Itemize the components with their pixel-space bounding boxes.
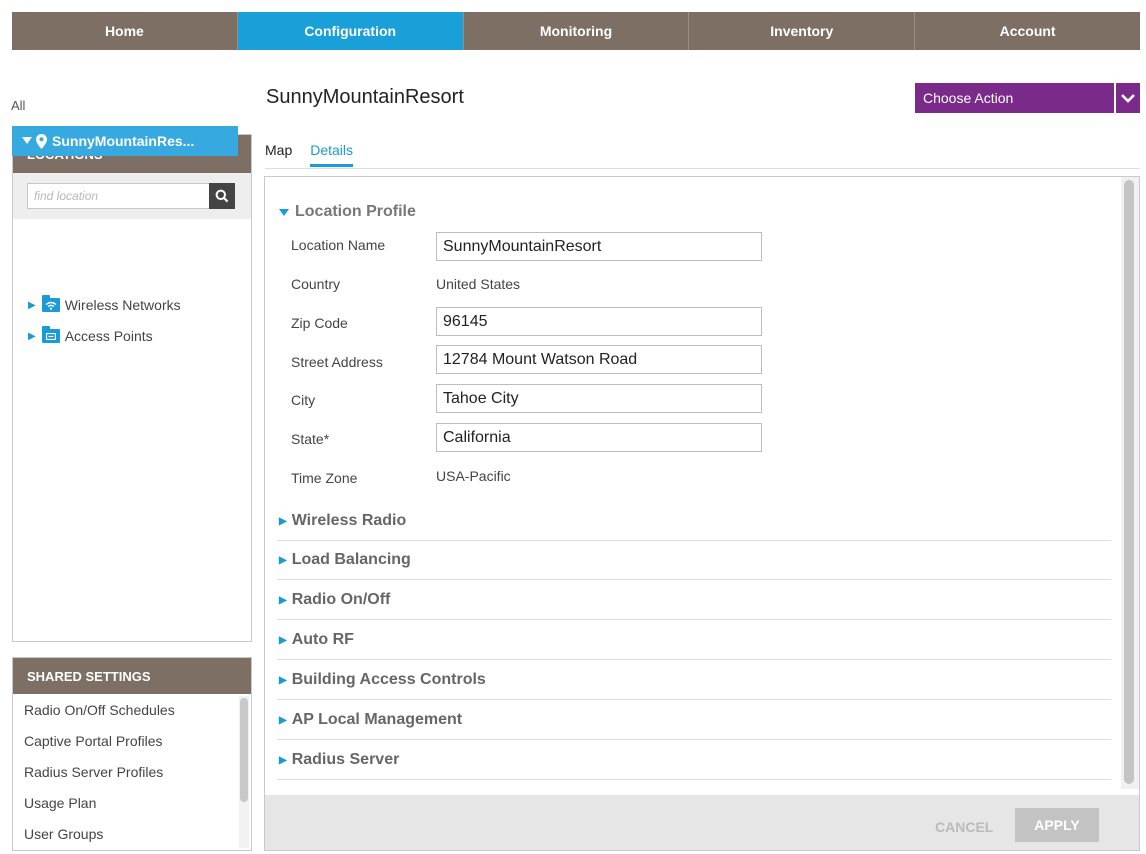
tree-item-all[interactable]: All	[11, 98, 25, 113]
section-divider	[277, 619, 1111, 620]
choose-action-label: Choose Action	[923, 90, 1014, 106]
location-name-field[interactable]	[436, 232, 762, 261]
shared-item-captive-portal[interactable]: Captive Portal Profiles	[13, 725, 251, 756]
section-title: Auto RF	[291, 631, 354, 648]
cancel-button[interactable]: CANCEL	[935, 819, 993, 835]
chevron-down-icon	[1114, 83, 1140, 113]
shared-settings-panel: SHARED SETTINGS Radio On/Off Schedules C…	[12, 657, 252, 851]
main-nav: Home Configuration Monitoring Inventory …	[12, 12, 1140, 50]
caret-right-icon: ▶	[279, 594, 287, 606]
tab-home[interactable]: Home	[12, 12, 238, 50]
caret-down-icon	[22, 137, 32, 144]
view-tabs: Map Details	[265, 142, 354, 167]
caret-right-icon: ▶	[28, 299, 36, 311]
search-button[interactable]	[209, 183, 235, 209]
tree-item-selected-location[interactable]: SunnyMountainRes...	[12, 126, 238, 156]
tab-inventory[interactable]: Inventory	[689, 12, 916, 50]
selected-location-label: SunnyMountainRes...	[52, 133, 195, 149]
page-title: SunnyMountainResort	[266, 86, 464, 108]
section-title: Location Profile	[295, 203, 416, 220]
tree-item-wireless-networks[interactable]: ▶ Wireless Networks	[28, 295, 181, 313]
time-zone-value: USA-Pacific	[436, 468, 511, 484]
tab-configuration[interactable]: Configuration	[237, 12, 464, 50]
shared-item-usage-plan[interactable]: Usage Plan	[13, 787, 251, 818]
caret-right-icon: ▶	[279, 674, 287, 686]
street-address-field[interactable]	[436, 345, 762, 374]
state-field[interactable]	[436, 423, 762, 452]
tree-item-label: Wireless Networks	[64, 297, 181, 313]
section-title: Load Balancing	[291, 551, 411, 568]
section-ap-local-management[interactable]: ▶ AP Local Management	[279, 711, 462, 729]
search-icon	[215, 189, 229, 203]
location-search-input[interactable]	[27, 183, 221, 209]
caret-right-icon: ▶	[28, 330, 36, 342]
section-title: AP Local Management	[291, 711, 463, 728]
caret-right-icon: ▶	[279, 754, 287, 766]
section-location-profile[interactable]: Location Profile	[279, 203, 416, 221]
city-field[interactable]	[436, 384, 762, 413]
time-zone-label: Time Zone	[291, 470, 358, 486]
section-title: Wireless Radio	[291, 512, 407, 529]
tree-item-label: Access Points	[64, 328, 153, 344]
access-point-folder-icon	[41, 326, 60, 343]
shared-item-radio-schedules[interactable]: Radio On/Off Schedules	[13, 694, 251, 725]
choose-action-dropdown[interactable]: Choose Action	[915, 83, 1140, 113]
wifi-folder-icon	[41, 295, 60, 312]
caret-right-icon: ▶	[279, 634, 287, 646]
caret-right-icon: ▶	[279, 714, 287, 726]
section-radius-server[interactable]: ▶ Radius Server	[279, 751, 399, 769]
country-value: United States	[436, 276, 521, 292]
country-label: Country	[291, 276, 341, 292]
state-label: State*	[291, 431, 330, 447]
scrollbar-thumb[interactable]	[1124, 180, 1134, 784]
tree-item-access-points[interactable]: ▶ Access Points	[28, 326, 153, 344]
caret-right-icon: ▶	[279, 515, 287, 527]
section-divider	[277, 579, 1111, 580]
shared-item-user-groups[interactable]: User Groups	[13, 818, 251, 849]
section-load-balancing[interactable]: ▶ Load Balancing	[279, 551, 411, 569]
zip-code-field[interactable]	[436, 307, 762, 336]
tab-details[interactable]: Details	[310, 142, 354, 167]
section-title: Building Access Controls	[291, 671, 486, 688]
city-label: City	[291, 392, 316, 408]
section-divider	[277, 779, 1111, 780]
shared-settings-scrollbar[interactable]	[239, 696, 249, 848]
section-auto-rf[interactable]: ▶ Auto RF	[279, 631, 354, 649]
tabs-divider	[265, 168, 1140, 169]
zip-code-label: Zip Code	[291, 315, 348, 331]
location-search-bar	[13, 173, 251, 219]
details-panel: Location Profile Location Name Country U…	[264, 176, 1140, 851]
caret-down-icon	[279, 208, 289, 216]
form-footer: CANCEL APPLY	[265, 795, 1139, 850]
shared-settings-heading: SHARED SETTINGS	[13, 658, 251, 694]
apply-button[interactable]: APPLY	[1015, 808, 1099, 842]
caret-right-icon: ▶	[279, 554, 287, 566]
tab-monitoring[interactable]: Monitoring	[463, 12, 690, 50]
details-scrollbar[interactable]	[1121, 177, 1139, 789]
shared-settings-list: Radio On/Off Schedules Captive Portal Pr…	[13, 694, 251, 849]
section-divider	[277, 659, 1111, 660]
locations-panel: LOCATIONS	[12, 134, 252, 642]
section-title: Radius Server	[291, 751, 400, 768]
section-divider	[277, 540, 1111, 541]
section-building-access-controls[interactable]: ▶ Building Access Controls	[279, 671, 486, 689]
section-wireless-radio[interactable]: ▶ Wireless Radio	[279, 512, 406, 530]
shared-item-radius-profiles[interactable]: Radius Server Profiles	[13, 756, 251, 787]
location-pin-icon	[36, 133, 47, 149]
street-address-label: Street Address	[291, 354, 383, 370]
scrollbar-thumb[interactable]	[240, 698, 248, 802]
tab-account[interactable]: Account	[915, 12, 1140, 50]
location-name-label: Location Name	[291, 237, 386, 253]
section-divider	[277, 739, 1111, 740]
tab-map[interactable]: Map	[265, 142, 292, 167]
section-divider	[277, 699, 1111, 700]
section-title: Radio On/Off	[291, 591, 391, 608]
section-radio-on-off[interactable]: ▶ Radio On/Off	[279, 591, 390, 609]
